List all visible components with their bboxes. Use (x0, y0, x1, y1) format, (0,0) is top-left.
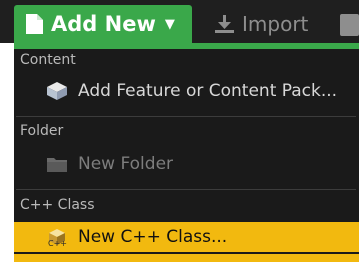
menu-item-add-feature-content-pack[interactable]: Add Feature or Content Pack... (14, 76, 359, 106)
add-new-button[interactable]: Add New ▼ (14, 5, 192, 43)
cpp-class-icon: C++ (48, 229, 67, 247)
menu-item-new-cpp-class[interactable]: C++ New C++ Class... (14, 222, 359, 252)
section-title-folder: Folder (20, 123, 64, 139)
menu-item-new-folder[interactable]: New Folder (14, 149, 359, 179)
folder-icon (47, 158, 67, 172)
content-pack-icon (47, 82, 67, 100)
import-icon (215, 15, 234, 33)
save-all-button[interactable] (340, 14, 359, 36)
menu-accent-strip (14, 43, 359, 49)
svg-text:C++: C++ (48, 239, 67, 247)
content-browser-toolbar: Add New ▼ Import (0, 0, 359, 43)
chevron-down-icon: ▼ (164, 16, 175, 32)
section-title-content: Content (20, 52, 76, 68)
add-new-dropdown-menu: Content Add Feature or Content Pack... F… (14, 43, 359, 262)
menu-item-label: New Folder (78, 154, 174, 174)
menu-divider (16, 189, 356, 190)
import-label: Import (242, 12, 309, 36)
new-document-icon (26, 14, 43, 34)
menu-item-label: Add Feature or Content Pack... (78, 81, 338, 101)
menu-item-label: New C++ Class... (78, 227, 228, 247)
section-title-cpp-class: C++ Class (20, 197, 95, 213)
add-new-label: Add New (51, 12, 156, 36)
import-button[interactable]: Import (198, 5, 330, 43)
menu-bottom-highlight-edge (14, 254, 359, 262)
menu-divider (16, 116, 356, 117)
